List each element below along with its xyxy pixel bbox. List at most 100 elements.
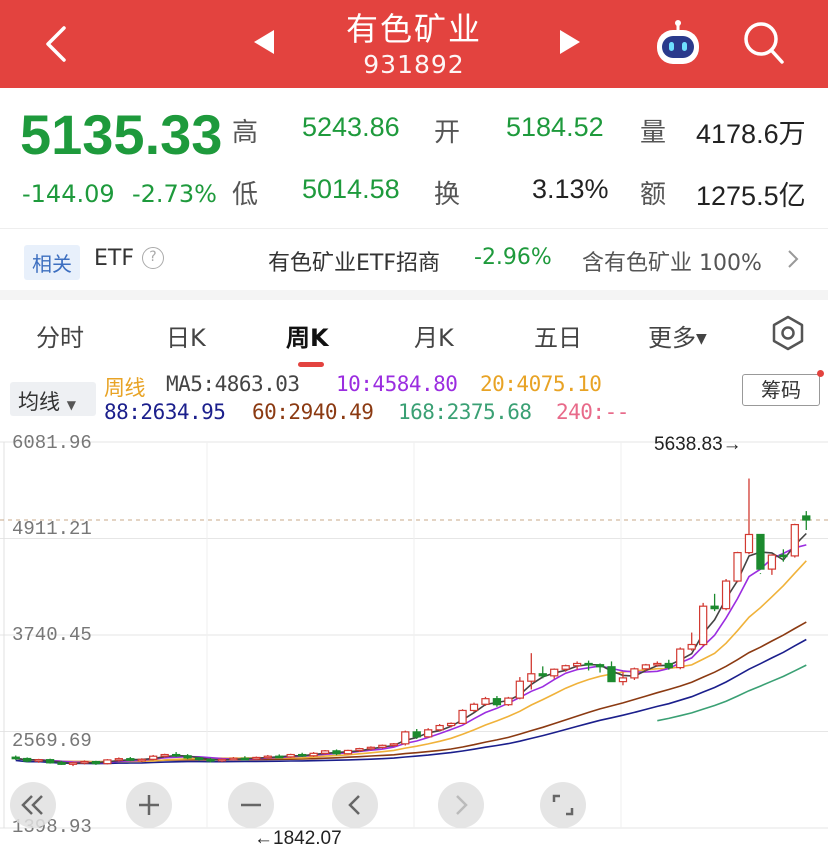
price-change-percent: -2.73% xyxy=(132,180,217,208)
tab-intraday[interactable]: 分时 xyxy=(36,318,84,353)
candle-up xyxy=(481,698,490,705)
help-icon[interactable]: ? xyxy=(142,247,164,269)
active-tab-indicator xyxy=(298,362,324,367)
candle-up xyxy=(435,724,444,731)
ma168-value: 168:2375.68 xyxy=(398,400,532,424)
tab-daily-k[interactable]: 日K xyxy=(166,318,206,353)
related-etf-row[interactable]: 相关 ETF ? 有色矿业ETF招商 -2.96% 含有色矿业 100% xyxy=(0,228,828,290)
candle-up xyxy=(217,758,227,762)
next-index-triangle-icon[interactable] xyxy=(556,28,582,56)
y-tick-label: 6081.96 xyxy=(12,432,92,454)
ma60-line xyxy=(15,621,807,763)
candle-up xyxy=(343,749,353,755)
ma88-line xyxy=(15,638,807,765)
candle-up xyxy=(687,643,696,650)
candle-up xyxy=(572,662,582,667)
candle-up xyxy=(446,722,456,727)
candle-up xyxy=(744,533,754,554)
candle-down xyxy=(275,755,284,759)
candle-up xyxy=(469,703,479,712)
candle-down xyxy=(584,662,593,666)
candle-down xyxy=(802,515,811,521)
candle-up xyxy=(309,752,318,757)
tab-monthly-k[interactable]: 月K xyxy=(414,318,454,353)
chevron-left-icon xyxy=(348,795,360,815)
etf-name[interactable]: 有色矿业ETF招商 xyxy=(268,245,440,277)
candle-up xyxy=(252,756,261,760)
tab-more[interactable]: 更多▼ xyxy=(648,318,707,353)
notification-dot xyxy=(817,370,824,377)
ma60-value: 60:2940.49 xyxy=(252,400,374,424)
minus-icon xyxy=(241,803,261,807)
scroll-left-button[interactable] xyxy=(332,782,378,828)
candle-up xyxy=(641,664,651,670)
candle-up xyxy=(389,743,398,746)
candle-down xyxy=(23,757,32,762)
related-tag: 相关 xyxy=(24,245,80,280)
zoom-in-button[interactable] xyxy=(126,782,172,828)
zoom-out-button[interactable] xyxy=(228,782,274,828)
candle-down xyxy=(607,666,616,683)
candle-down xyxy=(664,662,673,669)
turnover-value: 3.13% xyxy=(532,174,609,204)
current-price: 5135.33 xyxy=(20,103,223,166)
min-price-annotation: ←1842.07 xyxy=(254,828,342,849)
quote-panel: 5135.33 -144.09 -2.73% 高 5243.86 低 5014.… xyxy=(0,88,828,228)
ma10-value: 10:4584.80 xyxy=(336,372,458,396)
double-chevron-left-icon xyxy=(21,795,43,815)
candle-down xyxy=(298,753,307,757)
candle-down xyxy=(45,759,55,764)
tab-weekly-k[interactable]: 周K xyxy=(286,318,329,353)
chart-settings-hexagon-icon[interactable] xyxy=(770,314,806,352)
caret-down-icon: ▼ xyxy=(696,331,707,347)
candle-up xyxy=(618,677,628,683)
assistant-robot-icon[interactable] xyxy=(652,18,704,70)
candle-down xyxy=(194,757,204,761)
tab-five-day[interactable]: 五日 xyxy=(534,318,582,353)
period-label: 周线 xyxy=(104,376,146,400)
plus-icon xyxy=(139,795,159,815)
candle-down xyxy=(240,757,250,761)
amount-value: 1275.5亿 xyxy=(696,181,806,211)
candle-up xyxy=(550,668,559,677)
candle-up xyxy=(527,673,536,682)
candle-up xyxy=(160,753,169,757)
candle-up xyxy=(149,755,158,760)
kline-chart-svg[interactable] xyxy=(0,428,828,858)
ma20-value: 20:4075.10 xyxy=(480,372,602,396)
candle-up xyxy=(790,523,799,557)
y-tick-label: 3740.45 xyxy=(12,624,92,646)
candle-down xyxy=(126,758,135,761)
candle-down xyxy=(11,756,20,760)
etf-holding: 含有色矿业 100% xyxy=(582,251,762,276)
chevron-right-icon[interactable] xyxy=(786,249,800,269)
high-value: 5243.86 xyxy=(302,112,400,142)
chip-distribution-button[interactable]: 筹码 xyxy=(742,374,820,406)
collapse-button[interactable] xyxy=(10,782,56,828)
search-icon[interactable] xyxy=(742,20,786,66)
candle-up xyxy=(378,744,387,748)
y-tick-label: 4911.21 xyxy=(12,518,92,540)
indicator-selector[interactable]: 均线 ▼ xyxy=(10,382,96,416)
candle-up xyxy=(355,748,364,752)
scroll-right-button[interactable] xyxy=(438,782,484,828)
candle-down xyxy=(183,755,192,759)
candle-up xyxy=(561,665,570,670)
candle-down xyxy=(710,605,719,610)
candle-down xyxy=(171,753,181,757)
candle-down xyxy=(412,731,421,738)
candle-down xyxy=(57,762,66,765)
candle-up xyxy=(401,731,410,745)
app-header: 有色矿业 931892 xyxy=(0,0,828,88)
chevron-right-icon xyxy=(456,795,468,815)
candle-up xyxy=(515,680,524,699)
candle-up xyxy=(721,580,731,610)
kline-chart-area[interactable]: 6081.96 4911.21 3740.45 2569.69 1398.93 … xyxy=(0,428,828,858)
turnover-label: 换 xyxy=(434,180,461,210)
candle-up xyxy=(320,750,330,754)
moving-average-legend: 均线 ▼ 周线 MA5:4863.03 10:4584.80 20:4075.1… xyxy=(0,370,828,428)
candle-up xyxy=(676,648,685,669)
high-label: 高 xyxy=(232,118,259,148)
tab-more-label: 更多 xyxy=(648,324,696,352)
fullscreen-button[interactable] xyxy=(540,782,586,828)
